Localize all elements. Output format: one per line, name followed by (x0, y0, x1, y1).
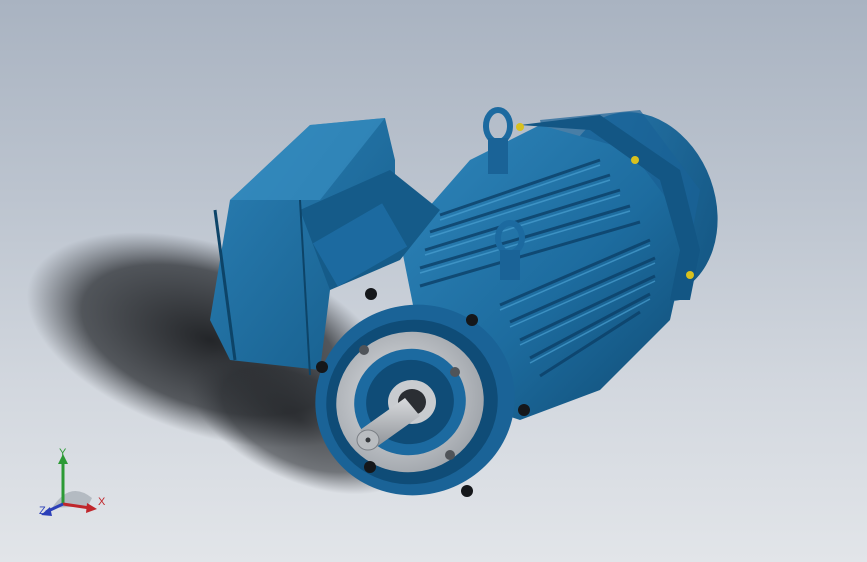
x-axis-label: X (98, 496, 106, 508)
motor-model[interactable] (0, 0, 867, 562)
y-axis-label: Y (59, 447, 67, 459)
graphics-viewport[interactable]: X Y Z (0, 0, 867, 562)
lifting-eye-top (483, 107, 513, 174)
z-axis-label: Z (39, 505, 46, 517)
